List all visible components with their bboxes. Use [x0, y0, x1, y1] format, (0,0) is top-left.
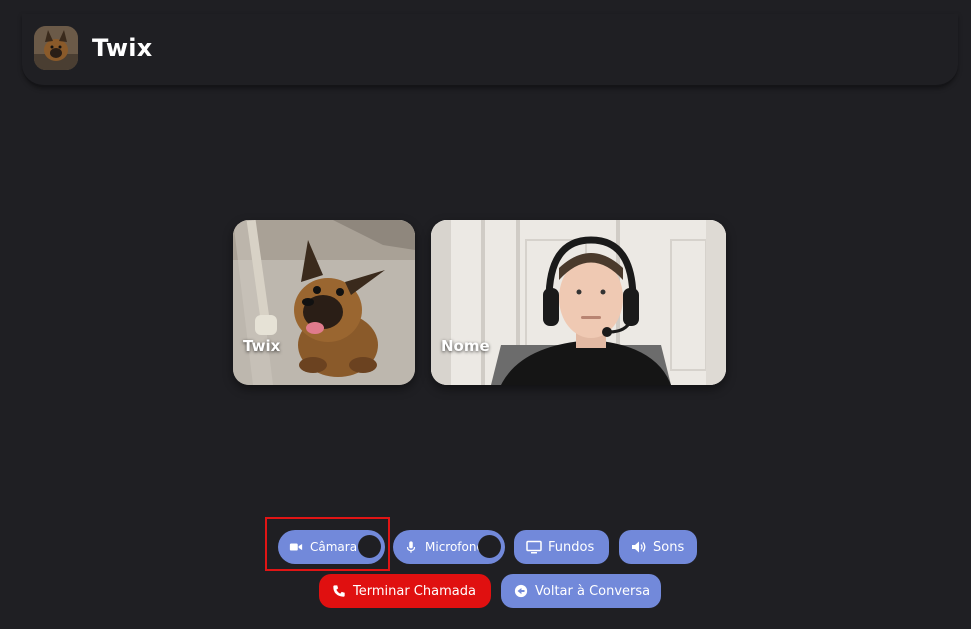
- arrow-left-circle-icon: [513, 583, 529, 599]
- sounds-label: Sons: [653, 539, 685, 555]
- camera-label: Câmara: [310, 540, 358, 554]
- speaker-icon: [631, 539, 647, 555]
- chat-header: Twix: [22, 14, 958, 87]
- microphone-label: Microfone: [425, 540, 484, 554]
- back-to-chat-button[interactable]: Voltar à Conversa: [501, 574, 661, 608]
- camera-toggle[interactable]: Câmara: [278, 530, 385, 564]
- dog-video-feed: [233, 220, 415, 385]
- tile-label-twix: Twix: [243, 337, 281, 355]
- monitor-icon: [526, 539, 542, 555]
- backgrounds-label: Fundos: [548, 539, 595, 555]
- person-video-feed: [431, 220, 726, 385]
- back-to-chat-label: Voltar à Conversa: [535, 583, 651, 599]
- video-tile-nome[interactable]: Nome: [431, 220, 726, 385]
- backgrounds-button[interactable]: Fundos: [514, 530, 609, 564]
- microphone-toggle[interactable]: Microfone: [393, 530, 505, 564]
- page-title: Twix: [92, 34, 153, 62]
- microphone-toggle-knob[interactable]: [478, 535, 501, 558]
- end-call-button[interactable]: Terminar Chamada: [319, 574, 491, 608]
- tile-label-nome: Nome: [441, 337, 490, 355]
- phone-icon: [331, 583, 347, 599]
- dog-avatar-icon[interactable]: [34, 26, 78, 70]
- end-call-label: Terminar Chamada: [353, 583, 476, 599]
- sounds-button[interactable]: Sons: [619, 530, 697, 564]
- microphone-icon: [403, 539, 419, 555]
- video-tile-twix[interactable]: Twix: [233, 220, 415, 385]
- camera-toggle-knob[interactable]: [358, 535, 381, 558]
- video-camera-icon: [288, 539, 304, 555]
